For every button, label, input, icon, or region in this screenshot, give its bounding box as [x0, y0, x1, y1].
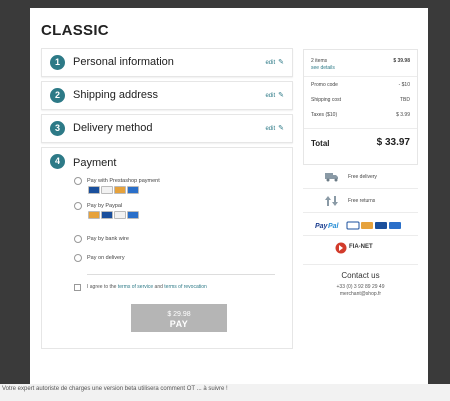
card-logos	[88, 211, 140, 219]
step-number: 1	[50, 55, 65, 70]
terms-prefix: I agree to the	[87, 284, 117, 290]
items-count: 2 items	[311, 58, 328, 64]
card-logo-icon	[101, 186, 113, 194]
pay-label: PAY	[169, 318, 189, 329]
items-price: $ 39.98	[393, 58, 410, 64]
summary-value: $ 3.99	[396, 112, 410, 118]
step-personal-information[interactable]: 1 Personal information edit ✎	[41, 48, 293, 77]
total-value: $ 33.97	[376, 137, 410, 148]
summary-row: Taxes ($10) $ 3.99	[311, 112, 410, 118]
pay-amount: $ 29.98	[167, 310, 191, 318]
contact-title: Contact us	[341, 271, 380, 280]
card-logo-icon	[114, 186, 126, 194]
radio-button[interactable]	[74, 202, 82, 210]
free-delivery-row: Free delivery	[303, 166, 418, 189]
step-number: 4	[50, 154, 65, 169]
truck-icon	[325, 173, 338, 182]
card-logo-icon	[88, 186, 100, 194]
edit-label: edit	[265, 60, 276, 66]
free-returns-row: Free returns	[303, 190, 418, 213]
card-logo-icon	[101, 211, 113, 219]
pencil-icon: ✎	[278, 59, 284, 66]
step-shipping-address[interactable]: 2 Shipping address edit ✎	[41, 81, 293, 110]
edit-label: edit	[265, 126, 276, 132]
total-label: Total	[311, 139, 330, 148]
payment-option-label: Pay by Paypal	[87, 203, 123, 209]
step-delivery-method[interactable]: 3 Delivery method edit ✎	[41, 114, 293, 143]
contact-email[interactable]: merchant@shop.fr	[303, 291, 418, 297]
summary-label: Promo code	[311, 82, 338, 88]
terms-and: and	[154, 284, 163, 290]
step-title: Payment	[73, 157, 117, 169]
card-logo-icon	[114, 211, 126, 219]
divider	[304, 128, 417, 129]
radio-button[interactable]	[74, 177, 82, 185]
edit-link[interactable]: edit ✎	[265, 124, 284, 132]
terms-of-service-link[interactable]: terms of service	[118, 284, 153, 290]
divider	[87, 274, 275, 275]
terms-of-revocation-link[interactable]: terms of revocation	[164, 284, 207, 290]
checkout-page: CLASSIC 1 Personal information edit ✎ 2 S…	[30, 8, 428, 386]
step-payment: 4 Payment Pay with Prestashop payment Pa…	[41, 147, 293, 349]
cart-summary: 2 items $ 39.98 see details Promo code -…	[303, 49, 418, 165]
free-returns-label: Free returns	[348, 198, 376, 204]
pencil-icon: ✎	[278, 92, 284, 99]
fianet-label: FIA-NET	[349, 244, 373, 250]
terms-checkbox[interactable]	[74, 284, 81, 291]
payment-option-paypal[interactable]: Pay by Paypal	[74, 202, 139, 219]
summary-row: Shipping cost TBD	[311, 97, 410, 103]
step-number: 3	[50, 121, 65, 136]
see-details-row: see details	[311, 65, 410, 71]
radio-button[interactable]	[74, 235, 82, 243]
summary-label: Shipping cost	[311, 97, 342, 103]
terms-agreement: I agree to the terms of service and term…	[74, 284, 207, 291]
summary-value: TBD	[400, 97, 410, 103]
payment-option-delivery[interactable]: Pay on delivery	[74, 254, 125, 262]
step-title: Shipping address	[73, 89, 159, 101]
step-number: 2	[50, 88, 65, 103]
card-logo-icon	[88, 211, 100, 219]
card-logo-icon	[127, 186, 139, 194]
card-logos	[88, 186, 140, 194]
contact-phone: +33 (0) 3 92 89 29 49	[336, 284, 385, 290]
payment-option-bank-wire[interactable]: Pay by bank wire	[74, 235, 129, 243]
svg-text:Pay: Pay	[315, 223, 329, 230]
see-details-link[interactable]: see details	[311, 65, 335, 71]
payment-brands-icon: Pay Pal	[315, 221, 401, 230]
divider	[303, 264, 418, 265]
fianet-logo-icon	[335, 242, 347, 254]
payment-option-label: Pay on delivery	[87, 255, 125, 261]
svg-text:Pal: Pal	[328, 223, 340, 230]
pay-button[interactable]: $ 29.98 PAY	[131, 304, 227, 332]
divider	[304, 76, 417, 77]
pencil-icon: ✎	[278, 125, 284, 132]
step-title: Delivery method	[73, 122, 153, 134]
edit-link[interactable]: edit ✎	[265, 91, 284, 99]
edit-label: edit	[265, 93, 276, 99]
payment-option-label: Pay with Prestashop payment	[87, 178, 160, 184]
fianet-row: FIA-NET	[303, 237, 418, 257]
payment-option-prestashop[interactable]: Pay with Prestashop payment	[74, 177, 160, 194]
summary-row: Promo code - $10	[311, 82, 410, 88]
payment-logos-row: Pay Pal	[303, 215, 418, 236]
summary-value: - $10	[398, 82, 410, 88]
footer-bar: Votre expert autoriste de charges une ve…	[0, 384, 450, 401]
card-logo-icon	[127, 211, 139, 219]
returns-arrows-icon	[325, 196, 338, 206]
step-title: Personal information	[73, 56, 174, 68]
free-delivery-label: Free delivery	[348, 174, 377, 180]
radio-button[interactable]	[74, 254, 82, 262]
footer-text: Votre expert autoriste de charges une ve…	[2, 386, 228, 392]
edit-link[interactable]: edit ✎	[265, 58, 284, 66]
summary-items-row: 2 items $ 39.98	[311, 58, 410, 64]
payment-option-label: Pay by bank wire	[87, 236, 129, 242]
brand-logo[interactable]: CLASSIC	[41, 22, 109, 39]
summary-label: Taxes ($10)	[311, 112, 338, 118]
